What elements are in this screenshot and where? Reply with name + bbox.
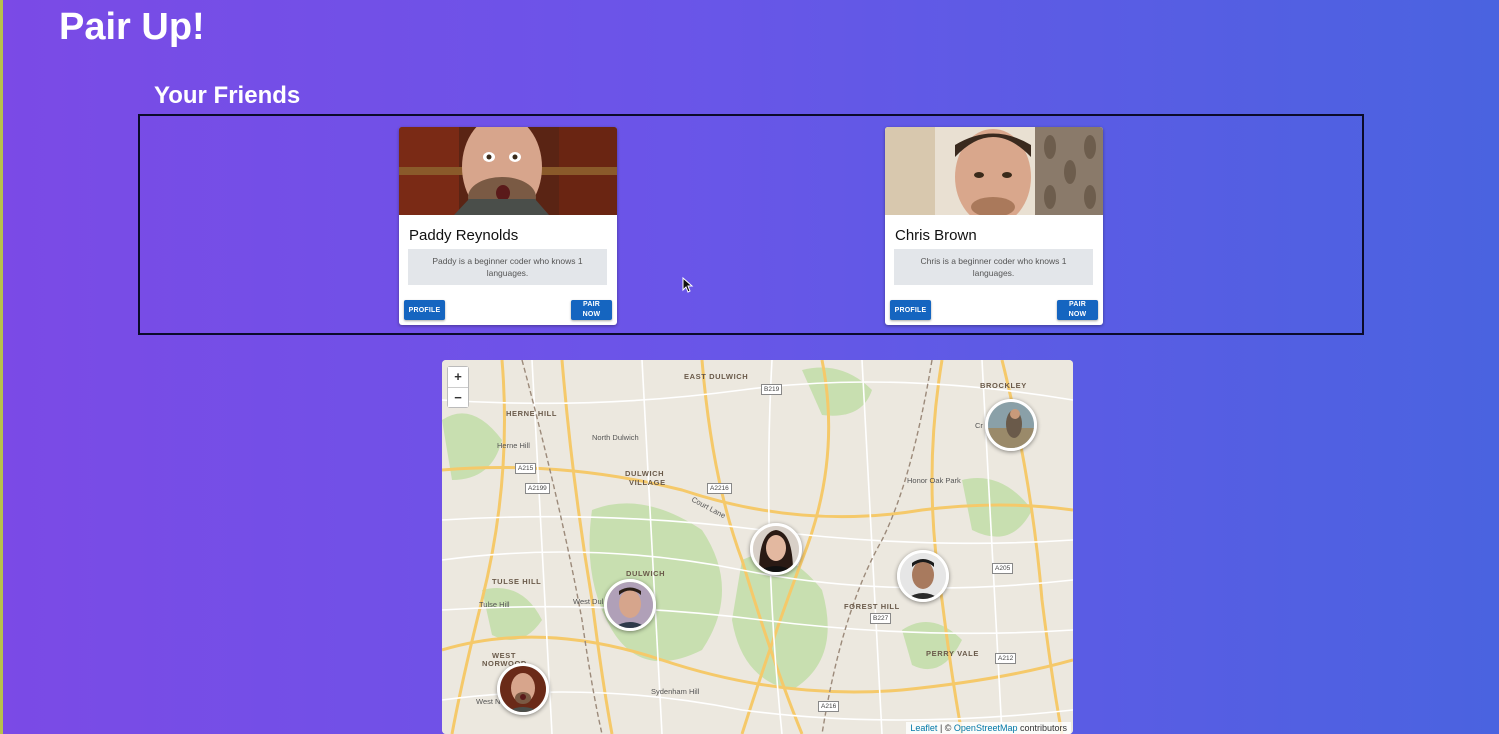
map-label-dulwich: DULWICH bbox=[626, 569, 666, 578]
map-label-west-norwood-station: West N bbox=[476, 697, 501, 706]
map-label-forest-hill: FOREST HILL bbox=[844, 602, 900, 611]
zoom-out-button[interactable]: − bbox=[448, 387, 468, 407]
map-label-honor-oak-park: Honor Oak Park bbox=[907, 476, 961, 485]
profile-button[interactable]: PROFILE bbox=[404, 300, 445, 320]
mouse-cursor-icon bbox=[682, 277, 694, 293]
map-label-tulse-hill: TULSE HILL bbox=[492, 577, 542, 586]
leaflet-link[interactable]: Leaflet bbox=[910, 723, 937, 733]
map-label-cr: Cr bbox=[975, 421, 983, 430]
app-title: Pair Up! bbox=[59, 6, 205, 48]
user-marker[interactable] bbox=[750, 523, 802, 575]
road-shield: A216 bbox=[818, 701, 840, 712]
map-label-perry-vale: PERRY VALE bbox=[926, 649, 979, 658]
map-label-tulse-hill-station: Tulse Hill bbox=[479, 600, 510, 609]
road-shield: A215 bbox=[515, 463, 537, 474]
road-shield: B219 bbox=[761, 384, 783, 395]
friend-bio: Chris is a beginner coder who knows 1 la… bbox=[894, 249, 1093, 285]
zoom-in-button[interactable]: + bbox=[448, 367, 468, 387]
map-attribution: Leaflet | © OpenStreetMap contributors bbox=[906, 722, 1071, 734]
road-shield: B227 bbox=[870, 613, 892, 624]
friend-photo bbox=[885, 127, 1103, 215]
road-shield: A212 bbox=[995, 653, 1017, 664]
friend-card-paddy: Paddy Reynolds Paddy is a beginner coder… bbox=[399, 127, 617, 325]
pair-now-button[interactable]: PAIR NOW bbox=[1057, 300, 1098, 320]
friend-name: Chris Brown bbox=[895, 227, 977, 244]
section-title-your-friends: Your Friends bbox=[154, 82, 301, 109]
pair-now-button[interactable]: PAIR NOW bbox=[571, 300, 612, 320]
attribution-suffix: contributors bbox=[1017, 723, 1067, 733]
friend-card-chris: Chris Brown Chris is a beginner coder wh… bbox=[885, 127, 1103, 325]
friends-container: Paddy Reynolds Paddy is a beginner coder… bbox=[138, 114, 1364, 335]
friend-name: Paddy Reynolds bbox=[409, 227, 519, 244]
user-marker[interactable] bbox=[604, 579, 656, 631]
map-label-herne-hill-station: Herne Hill bbox=[497, 441, 530, 450]
pair-now-label-line2: NOW bbox=[1068, 311, 1087, 318]
openstreetmap-link[interactable]: OpenStreetMap bbox=[954, 723, 1018, 733]
map-label-dulwich-village-2: VILLAGE bbox=[629, 478, 666, 487]
pair-now-label-line1: PAIR bbox=[582, 301, 600, 308]
friend-bio: Paddy is a beginner coder who knows 1 la… bbox=[408, 249, 607, 285]
pair-now-label-line2: NOW bbox=[582, 311, 601, 318]
road-shield: A2199 bbox=[525, 483, 550, 494]
profile-button[interactable]: PROFILE bbox=[890, 300, 931, 320]
friend-photo bbox=[399, 127, 617, 215]
user-marker[interactable] bbox=[985, 399, 1037, 451]
pair-now-label-line1: PAIR bbox=[1068, 301, 1086, 308]
friends-map[interactable]: + − EAST DULWICH BROCKLEY HERNE HILL Her… bbox=[442, 360, 1073, 734]
map-label-north-dulwich: North Dulwich bbox=[592, 433, 639, 442]
zoom-control: + − bbox=[447, 366, 469, 408]
map-label-west-dulwich: West Dul bbox=[573, 597, 604, 606]
map-label-brockley: BROCKLEY bbox=[980, 381, 1027, 390]
user-marker[interactable] bbox=[897, 550, 949, 602]
map-label-east-dulwich: EAST DULWICH bbox=[684, 372, 749, 381]
road-shield: A205 bbox=[992, 563, 1014, 574]
user-marker[interactable] bbox=[497, 663, 549, 715]
map-label-sydenham-hill: Sydenham Hill bbox=[651, 687, 700, 696]
map-label-dulwich-village-1: DULWICH bbox=[625, 469, 665, 478]
road-shield: A2216 bbox=[707, 483, 732, 494]
attribution-separator: | © bbox=[937, 723, 954, 733]
map-label-herne-hill: HERNE HILL bbox=[506, 409, 557, 418]
